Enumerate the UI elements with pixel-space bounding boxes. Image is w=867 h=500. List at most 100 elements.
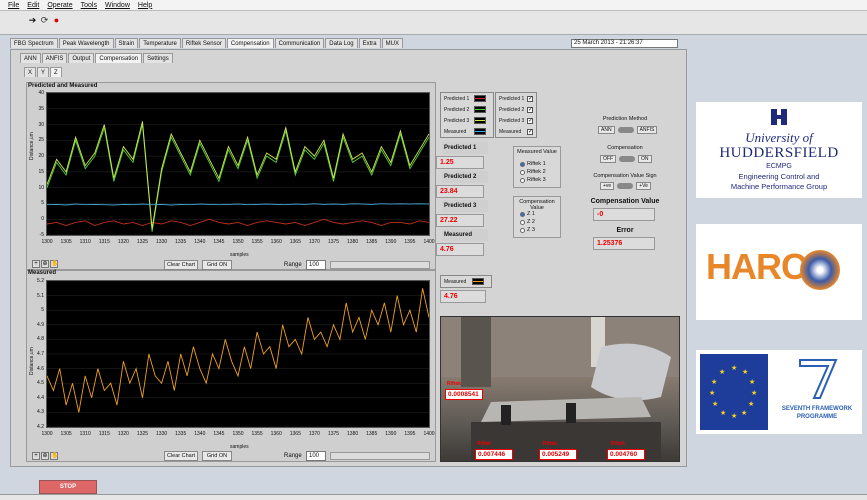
eu-fp7-logo: ★ ★ ★ ★ ★ ★ ★ ★ ★ ★ ★ ★ SEVENTH FRAMEWORK PROGRAM… [696,350,862,434]
axis-tabs: X Y Z [24,67,62,77]
x-tick-label: 1355 [251,239,263,245]
menu-tools[interactable]: Tools [81,2,97,9]
tab-settings[interactable]: Settings [143,53,173,63]
checkbox-icon[interactable]: ✓ [527,106,533,113]
legend-item-predicted-2[interactable]: Predicted 2 [441,104,493,115]
run-arrow-icon[interactable]: ➔ [28,16,37,25]
checkbox-icon[interactable]: ✓ [527,128,533,135]
photo-label-4: Riftek [611,441,625,447]
range-input-2[interactable]: 100 [306,451,326,461]
cursor-tool-icon[interactable]: + [32,452,40,460]
abort-icon[interactable]: ● [52,16,61,25]
clear-chart-button-2[interactable]: Clear Chart [164,451,198,461]
plot-legend: Predicted 1 Predicted 2 Predicted 3 Meas… [440,92,494,138]
check-predicted-2[interactable]: Predicted 2 ✓ [496,104,536,115]
graph1-tools: + ⊕ ✋ [32,260,58,269]
tab-anfis[interactable]: ANFIS [41,53,68,63]
tab-peak-wavelength[interactable]: Peak Wavelength [58,38,114,48]
tab-z[interactable]: Z [50,67,62,77]
tab-communication[interactable]: Communication [274,38,325,48]
checkbox-icon[interactable]: ✓ [527,117,533,124]
x-tick-label: 1335 [175,239,187,245]
measured-value-2: 4.76 [440,290,486,303]
radio-z3[interactable]: Z 3 [520,226,535,234]
check-measured[interactable]: Measured ✓ [496,126,536,137]
tab-extra[interactable]: Extra [358,38,381,48]
grid-on-button-2[interactable]: Grid ON [202,451,232,461]
y-tick-label: 4.4 [37,394,44,401]
svg-text:★: ★ [748,400,754,408]
legend-item-measured-2[interactable]: Measured [441,276,491,287]
radio-riftek-1[interactable]: Riftek 1 [520,160,546,168]
graph2-scrollbar[interactable] [330,452,430,460]
tab-data-log[interactable]: Data Log [325,38,358,48]
svg-text:★: ★ [712,400,718,408]
zoom-tool-icon[interactable]: ⊕ [41,260,49,268]
menu-file[interactable]: File [8,2,19,9]
pan-tool-icon[interactable]: ✋ [50,452,58,460]
radio-z2[interactable]: Z 2 [520,218,535,226]
fp7-line1: SEVENTH FRAMEWORK [781,406,853,412]
series-line-measured [46,288,430,413]
compensation-title: Compensation [607,145,643,151]
zoom-tool-icon[interactable]: ⊕ [41,452,49,460]
x-tick-label: 1360 [270,239,282,245]
y-tick-label: 4.5 [37,380,44,387]
radio-riftek-3[interactable]: Riftek 3 [520,176,546,184]
y-tick-label: 15 [38,168,44,175]
grid-on-button-1[interactable]: Grid ON [202,260,232,270]
prediction-method-title: Prediction Method [602,116,648,122]
prediction-method-switch[interactable]: ANN ANFIS [598,126,658,134]
x-tick-label: 1310 [79,431,91,437]
huddersfield-crest-icon [768,106,790,128]
x-tick-label: 1340 [194,239,206,245]
menu-help[interactable]: Help [138,2,152,9]
menu-window[interactable]: Window [105,2,130,9]
tab-compensation-sub[interactable]: Compensation [95,53,143,63]
clear-chart-button-1[interactable]: Clear Chart [164,260,198,270]
graph-title-predicted: Predicted and Measured [28,83,98,89]
tab-y[interactable]: Y [37,67,50,77]
tab-fbg-spectrum[interactable]: FBG Spectrum [10,38,58,48]
legend-item-measured[interactable]: Measured [441,126,493,137]
legend-item-predicted-1[interactable]: Predicted 1 [441,93,493,104]
run-continuous-icon[interactable]: ⟳ [40,16,49,25]
measured-value-selector: Measured Value Riftek 1 Riftek 2 Riftek … [513,146,561,188]
check-predicted-1[interactable]: Predicted 1 ✓ [496,93,536,104]
stop-button[interactable]: STOP [39,480,97,494]
tab-mux[interactable]: MUX [381,38,403,48]
measured-y-label: Distance,um [29,347,35,375]
sub-tabs: ANN ANFIS Output Compensation Settings [20,53,173,63]
check-predicted-3[interactable]: Predicted 3 ✓ [496,115,536,126]
menu-operate[interactable]: Operate [47,2,72,9]
cursor-tool-icon[interactable]: + [32,260,40,268]
compensation-switch[interactable]: OFF ON [600,155,652,163]
tab-riftek-sensor[interactable]: Riftek Sensor [181,38,226,48]
tab-compensation[interactable]: Compensation [226,38,274,48]
predicted-chart-plot[interactable] [46,92,430,236]
tab-x[interactable]: X [24,67,37,77]
status-bar [0,494,867,500]
menu-edit[interactable]: Edit [27,2,39,9]
checkbox-icon[interactable]: ✓ [527,95,533,102]
measured-chart-plot[interactable] [46,280,430,428]
y-tick-label: 5 [41,200,44,207]
radio-z1[interactable]: Z 1 [520,210,535,218]
photo-value-1: 0.0008541 [445,389,483,400]
range-input-1[interactable]: 100 [306,260,326,270]
tab-output[interactable]: Output [68,53,95,63]
logo-ecmpg: ECMPG [766,163,792,170]
tab-temperature[interactable]: Temperature [139,38,181,48]
tab-ann[interactable]: ANN [20,53,41,63]
graph1-scrollbar[interactable] [330,261,430,269]
measured-legend: Measured [440,275,492,288]
x-tick-label: 1350 [232,431,244,437]
radio-riftek-2[interactable]: Riftek 2 [520,168,546,176]
legend-item-predicted-3[interactable]: Predicted 3 [441,115,493,126]
tab-strain[interactable]: Strain [114,38,139,48]
toggle-lever-icon [619,156,635,162]
datetime-display: 25 March 2013 - 21:26:37 [571,39,678,48]
pan-tool-icon[interactable]: ✋ [50,260,58,268]
x-tick-label: 1385 [366,239,378,245]
compensation-sign-switch[interactable]: +ve +Ve [600,182,651,190]
